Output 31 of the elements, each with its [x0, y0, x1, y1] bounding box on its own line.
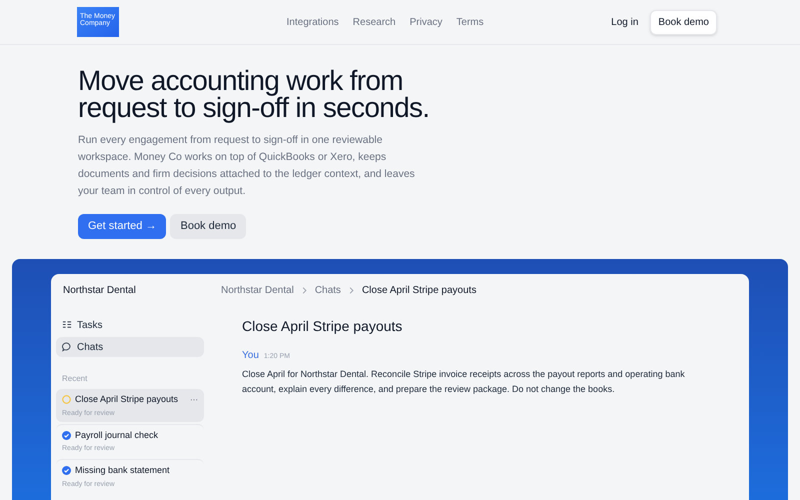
chat-title: Close April Stripe payouts	[75, 393, 180, 406]
nav-link[interactable]: Research	[352, 14, 396, 30]
chat-bubble-icon	[62, 342, 72, 352]
breadcrumb-item[interactable]: Northstar Dental	[221, 283, 294, 298]
nav-link[interactable]: Integrations	[286, 14, 339, 30]
pending-circle-icon	[62, 395, 71, 404]
chevron-icon	[300, 287, 308, 294]
hero-title: Move accounting work from request to sign-off in seconds.	[78, 67, 430, 121]
check-circle-icon	[62, 430, 71, 440]
chat-title: Payroll journal check	[75, 428, 160, 442]
book-demo-button[interactable]: Book demo	[170, 214, 246, 239]
section-label: Recent	[61, 373, 88, 385]
check-circle-icon	[62, 466, 71, 476]
breadcrumb-item[interactable]: Chats	[314, 283, 341, 298]
nav-link[interactable]: Privacy	[410, 14, 442, 30]
message-author: You	[242, 349, 259, 363]
sidebar-item[interactable]: Tasks	[56, 315, 204, 335]
message-text: Close April for Northstar Dental. Reconcile Stripe invoice receipts across the payout reports and operating bank account, explain every difference, and prepare the review package. Do not change the books.	[242, 368, 686, 396]
get-started-button[interactable]: Get started →	[78, 214, 166, 239]
chat-title: Missing bank statement	[75, 464, 171, 477]
nav-link[interactable]: Terms	[456, 14, 484, 30]
hero-description: Run every engagement from request to sign-off in one reviewable workspace. Money Co works on top of QuickBooks or Xero, keeps documents and firm decisions attached to the ledger context, and leaves your team in control of every output.	[78, 133, 416, 199]
more-menu[interactable]: ···	[190, 394, 198, 406]
chat-title: Close April Stripe payouts	[242, 317, 404, 336]
chevron-icon	[348, 287, 355, 294]
list-icon	[62, 320, 72, 330]
book-demo-button[interactable]: Book demo	[650, 10, 717, 34]
login-link[interactable]: Log in	[611, 14, 638, 30]
breadcrumb-item: Close April Stripe payouts	[362, 284, 476, 298]
sidebar-item[interactable]: Chats	[56, 337, 204, 357]
workspace-name: Northstar Dental	[62, 284, 137, 298]
